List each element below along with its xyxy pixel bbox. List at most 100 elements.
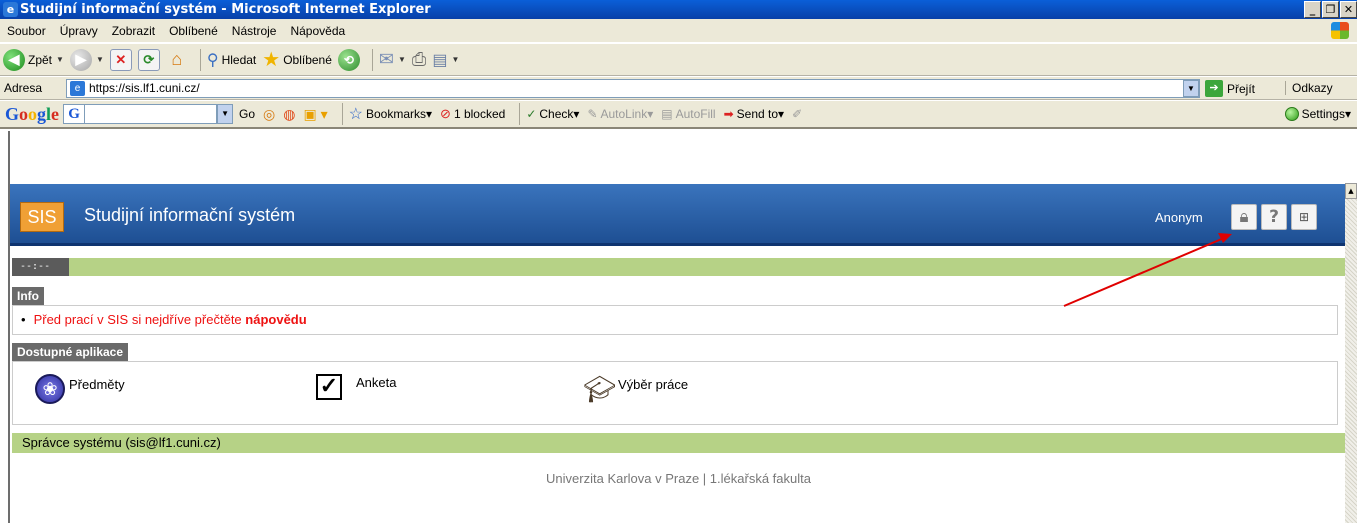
home-icon[interactable]: ⌂ bbox=[166, 49, 188, 71]
google-logo: Google bbox=[5, 103, 60, 124]
user-name: Anonym bbox=[1155, 210, 1203, 225]
app-anketa-label: Anketa bbox=[356, 374, 397, 390]
send-to-button[interactable]: ➡ Send to ▾ bbox=[724, 107, 784, 121]
autofill-button[interactable]: ▤ AutoFill bbox=[661, 107, 715, 121]
info-header: Info bbox=[12, 287, 44, 305]
menu-nastroje[interactable]: Nástroje bbox=[225, 24, 284, 38]
back-dropdown-icon[interactable]: ▼ bbox=[56, 55, 64, 64]
bookmark-star-icon: ☆ bbox=[348, 106, 363, 123]
autolink-label: AutoLink bbox=[600, 107, 648, 121]
google-search-input[interactable] bbox=[85, 104, 218, 124]
window-title: Studijní informační systém - Microsoft I… bbox=[20, 2, 431, 17]
windows-logo-icon bbox=[1331, 22, 1349, 39]
search-label: Hledat bbox=[221, 52, 257, 67]
google-toolbar: Google G ▼ Go ◎ ◍ ▣ ▾ ☆ Bookmarks ▾ ⊘ 1 blo… bbox=[0, 101, 1357, 129]
mail-dropdown-icon[interactable]: ▼ bbox=[398, 55, 406, 64]
google-separator bbox=[341, 103, 343, 125]
address-label: Adresa bbox=[4, 81, 43, 95]
graduation-cap-icon: 🎓︎ bbox=[583, 374, 617, 404]
pencil-icon[interactable]: ✐ bbox=[792, 107, 802, 121]
address-dropdown-icon[interactable]: ▼ bbox=[1183, 80, 1199, 97]
page-icon: e bbox=[70, 81, 85, 96]
check-label: Check bbox=[539, 107, 574, 121]
refresh-icon[interactable]: ⟳ bbox=[137, 48, 160, 71]
google-search-dropdown-icon[interactable]: ▼ bbox=[217, 104, 234, 124]
settings-label: Settings bbox=[1301, 107, 1345, 121]
scroll-up-icon[interactable]: ▲ bbox=[1345, 183, 1357, 199]
menu-bar: Soubor Úpravy Zobrazit Oblíbené Nástroje… bbox=[0, 19, 1357, 43]
search-button[interactable]: ⚲ Hledat bbox=[207, 50, 256, 70]
google-separator-2 bbox=[519, 103, 521, 125]
vertical-scrollbar[interactable]: ▲ bbox=[1345, 183, 1357, 523]
app-predmety[interactable]: ❀ Předměty bbox=[35, 374, 125, 404]
title-bar: e Studijní informační systém - Microsoft… bbox=[0, 0, 1357, 19]
history-icon[interactable]: ⟲ bbox=[337, 48, 360, 71]
news-icon[interactable]: ◎ bbox=[263, 106, 275, 123]
admin-bar[interactable]: Správce systému (sis@lf1.cuni.cz) bbox=[12, 433, 1345, 453]
autolink-icon: ✎ bbox=[587, 107, 598, 121]
settings-button[interactable]: Settings ▾ bbox=[1284, 107, 1351, 121]
language-flag-icon[interactable]: ⊞ bbox=[1291, 204, 1317, 230]
forward-button[interactable]: ▶ ▼ bbox=[69, 48, 104, 71]
menu-zobrazit[interactable]: Zobrazit bbox=[105, 24, 162, 38]
checkbox-icon: ✓ bbox=[316, 374, 342, 400]
bookmarks-label: Bookmarks bbox=[365, 107, 427, 121]
edit-dropdown-icon[interactable]: ▼ bbox=[451, 55, 459, 64]
mail-button[interactable]: ✉ ▼ bbox=[379, 49, 406, 70]
footer-text: Univerzita Karlova v Praze | 1.lékařská … bbox=[546, 471, 811, 486]
google-go-button[interactable]: Go bbox=[239, 107, 255, 121]
go-arrow-icon: ➔ bbox=[1205, 80, 1223, 97]
bookmarks-button[interactable]: ☆ Bookmarks ▾ bbox=[349, 104, 432, 124]
popup-blocked-icon: ⊘ bbox=[440, 106, 451, 121]
check-button[interactable]: ✓ Check ▾ bbox=[526, 107, 579, 121]
favorites-label: Oblíbené bbox=[283, 52, 332, 67]
help-icon[interactable]: ? bbox=[1261, 204, 1287, 230]
favorites-button[interactable]: ★ Oblíbené bbox=[262, 47, 332, 72]
back-arrow-icon: ◀ bbox=[3, 48, 25, 71]
app-anketa[interactable]: ✓ Anketa bbox=[316, 374, 396, 400]
clock: --:-- bbox=[12, 258, 69, 276]
mail-icon: ✉ bbox=[378, 49, 394, 69]
maximize-button[interactable]: ❐ bbox=[1322, 1, 1339, 18]
close-button[interactable]: ✕ bbox=[1340, 1, 1357, 18]
spell-icon[interactable]: ◍ bbox=[283, 106, 295, 123]
sis-header: SIS Studijní informační systém Anonym 🔒︎… bbox=[10, 184, 1345, 246]
ie-icon: e bbox=[3, 2, 18, 17]
menu-soubor[interactable]: Soubor bbox=[0, 24, 53, 38]
menu-napoveda[interactable]: Nápověda bbox=[283, 24, 352, 38]
app-vyber-prace[interactable]: 🎓︎ Výběr práce bbox=[583, 374, 688, 405]
minimize-button[interactable]: _ bbox=[1304, 1, 1321, 18]
go-label: Přejít bbox=[1227, 81, 1256, 96]
spellcheck-icon: ✓ bbox=[526, 107, 537, 121]
menu-upravy[interactable]: Úpravy bbox=[53, 24, 105, 38]
help-link[interactable]: nápovědu bbox=[245, 312, 306, 327]
stop-icon[interactable]: ✕ bbox=[109, 48, 132, 71]
status-dot-icon bbox=[1284, 107, 1299, 121]
send-to-icon: ➡ bbox=[723, 107, 734, 121]
standard-toolbar: ◀ Zpět ▼ ▶ ▼ ✕ ⟳ ⌂ ⚲ Hledat ★ Oblíbené ⟲… bbox=[0, 44, 1357, 76]
menu-oblibene[interactable]: Oblíbené bbox=[162, 24, 225, 38]
edit-page-icon: ▤ bbox=[432, 51, 448, 69]
back-button[interactable]: ◀ Zpět ▼ bbox=[3, 48, 64, 71]
browser-window: e Studijní informační systém - Microsoft… bbox=[0, 0, 1357, 523]
sis-logo[interactable]: SIS bbox=[20, 202, 64, 232]
page-rank-icon[interactable]: ▣ ▾ bbox=[303, 106, 327, 123]
address-input[interactable]: e https://sis.lf1.cuni.cz/ bbox=[66, 79, 1200, 98]
forward-dropdown-icon[interactable]: ▼ bbox=[96, 55, 104, 64]
search-icon: ⚲ bbox=[206, 51, 219, 69]
go-button[interactable]: ➔ Přejít bbox=[1205, 80, 1255, 97]
autolink-button[interactable]: ✎ AutoLink ▾ bbox=[587, 107, 653, 121]
print-icon[interactable]: ⎙ bbox=[412, 49, 426, 70]
toolbar-separator-2 bbox=[371, 48, 373, 71]
autofill-icon: ▤ bbox=[661, 107, 673, 121]
links-button[interactable]: Odkazy bbox=[1285, 81, 1333, 95]
info-box: • Před prací v SIS si nejdříve přečtěte n… bbox=[12, 305, 1338, 335]
lock-icon[interactable]: 🔒︎ bbox=[1231, 204, 1257, 230]
popup-blocker[interactable]: ⊘ 1 blocked bbox=[440, 106, 505, 122]
star-icon: ★ bbox=[262, 49, 281, 71]
toolbar-separator bbox=[199, 48, 201, 71]
app-predmety-label: Předměty bbox=[69, 376, 125, 392]
edit-button[interactable]: ▤ ▼ bbox=[432, 50, 459, 70]
google-menu-icon[interactable]: G bbox=[63, 104, 86, 124]
bullet: • bbox=[21, 312, 26, 327]
